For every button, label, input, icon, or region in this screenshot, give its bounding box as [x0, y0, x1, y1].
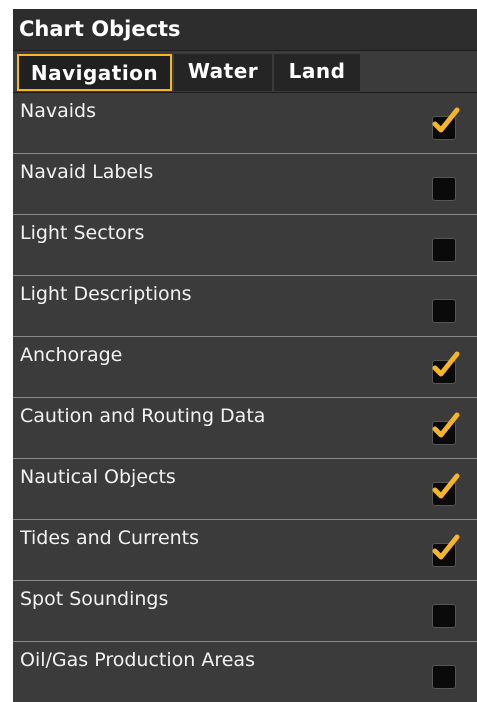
navaids-checkbox[interactable] — [432, 107, 460, 139]
list-item-spot-soundings[interactable]: Spot Soundings — [13, 581, 477, 642]
tab-navigation[interactable]: Navigation — [17, 54, 172, 91]
list-item-anchorage[interactable]: Anchorage — [13, 337, 477, 398]
list-item-label: Anchorage — [20, 344, 123, 366]
checkmark-icon — [432, 107, 460, 133]
list-item-navaids[interactable]: Navaids — [13, 93, 477, 154]
tab-water[interactable]: Water — [174, 54, 272, 91]
list-item-tides-and-currents[interactable]: Tides and Currents — [13, 520, 477, 581]
caution-and-routing-data-checkbox[interactable] — [432, 412, 460, 444]
checkmark-icon — [432, 473, 460, 499]
light-sectors-checkbox[interactable] — [433, 239, 455, 261]
list-item-oil-gas-production-areas[interactable]: Oil/Gas Production Areas — [13, 642, 477, 702]
list-item-label: Oil/Gas Production Areas — [20, 649, 255, 671]
list-item-light-sectors[interactable]: Light Sectors — [13, 215, 477, 276]
list-item-light-descriptions[interactable]: Light Descriptions — [13, 276, 477, 337]
tab-land[interactable]: Land — [274, 54, 360, 91]
light-descriptions-checkbox[interactable] — [433, 300, 455, 322]
list-item-label: Spot Soundings — [20, 588, 169, 610]
list-item-label: Caution and Routing Data — [20, 405, 266, 427]
list-item-label: Navaid Labels — [20, 161, 154, 183]
tides-and-currents-checkbox[interactable] — [432, 534, 460, 566]
list-item-label: Tides and Currents — [20, 527, 200, 549]
spot-soundings-checkbox[interactable] — [433, 605, 455, 627]
list-item-navaid-labels[interactable]: Navaid Labels — [13, 154, 477, 215]
panel-title: Chart Objects — [13, 9, 477, 50]
list-item-label: Nautical Objects — [20, 466, 176, 488]
checkmark-icon — [432, 412, 460, 438]
list-item-nautical-objects[interactable]: Nautical Objects — [13, 459, 477, 520]
tab-bar: Navigation Water Land — [13, 50, 477, 93]
checkmark-icon — [432, 351, 460, 377]
checkmark-icon — [432, 534, 460, 560]
navaid-labels-checkbox[interactable] — [433, 178, 455, 200]
list-item-caution-and-routing-data[interactable]: Caution and Routing Data — [13, 398, 477, 459]
list-item-label: Navaids — [20, 100, 96, 122]
nautical-objects-checkbox[interactable] — [432, 473, 460, 505]
oil-gas-production-areas-checkbox[interactable] — [433, 666, 455, 688]
chart-objects-panel: Chart Objects Navigation Water Land Nava… — [13, 9, 477, 702]
chart-object-list: Navaids Navaid Labels Light Sectors Ligh… — [13, 93, 477, 702]
anchorage-checkbox[interactable] — [432, 351, 460, 383]
list-item-label: Light Sectors — [20, 222, 145, 244]
list-item-label: Light Descriptions — [20, 283, 192, 305]
